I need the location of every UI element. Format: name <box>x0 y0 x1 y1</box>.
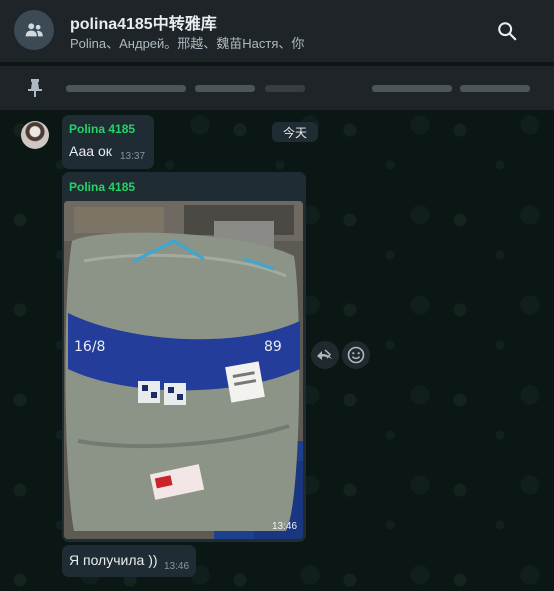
forward-icon <box>317 349 332 360</box>
sender-name[interactable]: Polina 4185 <box>69 180 135 194</box>
chat-title[interactable]: polina4185中转雅库 <box>70 10 217 34</box>
date-divider: 今天 <box>272 122 318 142</box>
message-bubble[interactable]: Polina 4185 Ааа ок 13:37 <box>62 115 154 169</box>
message-photo[interactable]: 16/8 89 13:46 <box>64 201 303 539</box>
sender-name[interactable]: Polina 4185 <box>69 122 135 136</box>
pinned-text-obscured <box>265 85 305 92</box>
emoji-icon <box>347 346 365 364</box>
pinned-message-bar[interactable] <box>0 66 554 110</box>
message-text: Я получила )) <box>69 552 158 568</box>
sender-avatar[interactable] <box>21 121 49 149</box>
pinned-text-obscured <box>66 85 186 92</box>
search-icon <box>498 22 517 41</box>
message-bubble[interactable]: Я получила )) 13:46 <box>62 545 196 577</box>
forward-button[interactable] <box>311 341 339 369</box>
package-photo-image: 16/8 89 <box>64 201 303 539</box>
search-button[interactable] <box>494 18 520 44</box>
pinned-text-obscured <box>460 85 530 92</box>
chat-header: polina4185中转雅库 Polina、Андрей。邢越、魏苗Настя、… <box>0 0 554 62</box>
react-button[interactable] <box>342 341 370 369</box>
pinned-text-obscured <box>195 85 255 92</box>
svg-text:16/8: 16/8 <box>74 339 105 355</box>
pin-icon <box>24 77 46 99</box>
chat-participants[interactable]: Polina、Андрей。邢越、魏苗Настя、你 <box>70 33 304 52</box>
group-avatar[interactable] <box>14 10 54 50</box>
photo-time: 13:46 <box>272 521 298 532</box>
message-text: Ааа ок <box>69 143 112 159</box>
svg-text:89: 89 <box>264 339 282 355</box>
group-icon <box>25 23 43 37</box>
message-time: 13:46 <box>164 561 190 572</box>
pinned-text-obscured <box>372 85 452 92</box>
message-time: 13:37 <box>120 151 146 162</box>
